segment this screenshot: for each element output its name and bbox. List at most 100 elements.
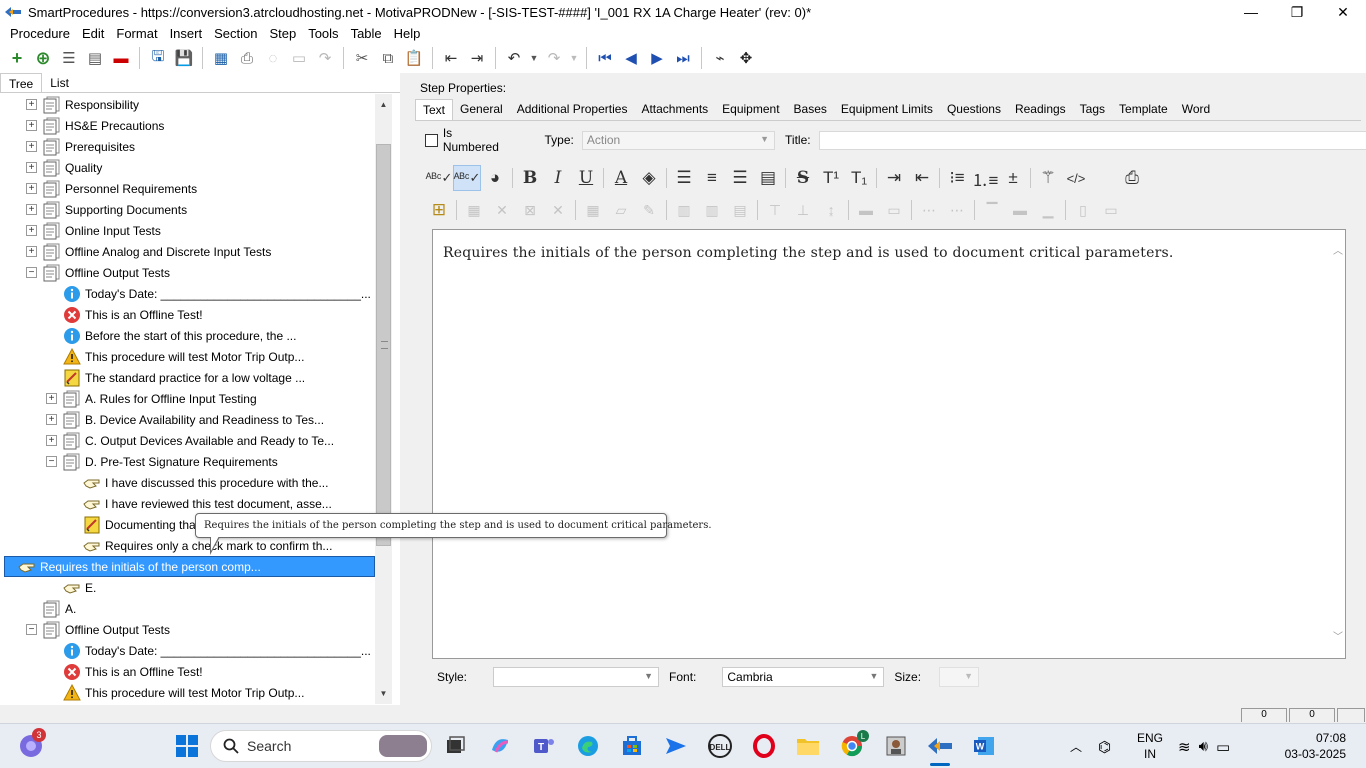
save-all-icon[interactable]: 🖫 <box>145 45 171 71</box>
redo-icon[interactable]: ↷ <box>541 45 567 71</box>
subscript-icon[interactable]: T₁ <box>845 165 873 191</box>
print-icon[interactable]: ⎙ <box>234 45 260 71</box>
tab-text[interactable]: Text <box>415 99 454 121</box>
app-user-icon[interactable] <box>881 732 911 760</box>
opera-icon[interactable] <box>749 732 779 760</box>
tree-item[interactable]: − Offline Output Tests <box>26 262 170 283</box>
collapse-icon[interactable]: − <box>26 267 37 278</box>
tree-scrollbar[interactable]: ▲ ▼ <box>375 94 392 704</box>
file-explorer-icon[interactable] <box>793 732 823 760</box>
tree-item[interactable]: + Quality <box>26 157 102 178</box>
bold-icon[interactable]: B <box>516 165 544 191</box>
indent-decrease-icon[interactable]: ⇤ <box>908 165 936 191</box>
screen-icon[interactable]: ▭ <box>286 45 312 71</box>
tab-equipment[interactable]: Equipment <box>715 99 786 120</box>
redo-alt-icon[interactable]: ↷ <box>312 45 338 71</box>
copy-icon[interactable]: ⧉ <box>375 45 401 71</box>
chevron-up-icon[interactable]: ︿ <box>1070 738 1082 755</box>
tab-template[interactable]: Template <box>1112 99 1175 120</box>
export-icon[interactable]: ▦ <box>208 45 234 71</box>
tree-item[interactable]: Before the start of this procedure, the … <box>46 325 296 346</box>
insert-table-icon[interactable]: ⊞ <box>425 197 453 223</box>
indent-icon[interactable]: ⇥ <box>464 45 490 71</box>
collapse-icon[interactable]: − <box>26 624 37 635</box>
tree-item[interactable]: Requires only a check mark to confirm th… <box>66 535 332 556</box>
menu-table[interactable]: Table <box>345 26 388 41</box>
volume-icon[interactable]: 🔊︎ <box>1199 738 1208 755</box>
bullet-list-icon[interactable]: ⁝≡ <box>943 165 971 191</box>
align-right-icon[interactable]: ☰ <box>726 165 754 191</box>
horizontal-line-icon[interactable]: ± <box>999 165 1027 191</box>
editor-content[interactable]: Requires the initials of the person comp… <box>443 245 1174 261</box>
undo-icon[interactable]: ↶ <box>501 45 527 71</box>
windows-start-icon[interactable] <box>172 732 202 760</box>
tree-item[interactable]: Requires the initials of the person comp… <box>4 556 375 577</box>
move-icon[interactable]: ✥ <box>733 45 759 71</box>
title-input[interactable] <box>818 130 1366 150</box>
tab-tags[interactable]: Tags <box>1073 99 1112 120</box>
tree-item[interactable]: + Offline Analog and Discrete Input Tests <box>26 241 271 262</box>
chrome-icon[interactable]: L <box>837 730 869 760</box>
tree-item[interactable]: + Responsibility <box>26 94 139 115</box>
tree-item[interactable]: + Supporting Documents <box>26 199 187 220</box>
justify-icon[interactable]: ▤ <box>754 165 782 191</box>
scroll-down-icon[interactable]: ▼ <box>375 685 392 702</box>
edge-icon[interactable] <box>573 732 603 760</box>
save-icon[interactable]: 💾 <box>171 45 197 71</box>
is-numbered-checkbox[interactable] <box>425 133 438 147</box>
size-select[interactable]: ▼ <box>939 667 980 687</box>
magic-wand-icon[interactable]: ⚚ <box>1034 165 1062 191</box>
spellcheck-icon[interactable]: ᴬᴮᶜ✓ <box>425 165 453 191</box>
task-view-icon[interactable] <box>440 732 470 760</box>
tree-item[interactable]: − Offline Output Tests <box>26 619 170 640</box>
wifi-icon[interactable]: ≋ <box>1178 738 1191 756</box>
tab-bases[interactable]: Bases <box>787 99 834 120</box>
style-select[interactable]: ▼ <box>493 667 660 687</box>
highlight-circle-icon[interactable]: ◕ <box>481 165 509 191</box>
scroll-thumb[interactable] <box>376 144 391 546</box>
dell-icon[interactable]: DELL <box>705 732 735 760</box>
menu-edit[interactable]: Edit <box>76 26 110 41</box>
spell-check-icon[interactable]: ⌁ <box>707 45 733 71</box>
editor-scrollbar[interactable]: ︿ ﹀ <box>1331 230 1345 658</box>
strikethrough-icon[interactable]: S <box>789 165 817 191</box>
close-button[interactable]: ✕ <box>1320 0 1366 24</box>
list-properties-icon[interactable]: ▤ <box>82 45 108 71</box>
numbered-list-icon[interactable]: ⒈≡ <box>971 165 999 191</box>
align-left-icon[interactable]: ☰ <box>670 165 698 191</box>
menu-procedure[interactable]: Procedure <box>4 26 76 41</box>
language-indicator[interactable]: ENG IN <box>1137 730 1163 762</box>
expand-icon[interactable]: + <box>26 141 37 152</box>
tab-list[interactable]: List <box>42 73 77 92</box>
tree-item[interactable]: A. <box>26 598 76 619</box>
tree-item[interactable]: The standard practice for a low voltage … <box>46 367 305 388</box>
tab-questions[interactable]: Questions <box>940 99 1008 120</box>
tab-readings[interactable]: Readings <box>1008 99 1073 120</box>
print-preview-icon[interactable]: ⎙ <box>1118 165 1146 191</box>
store-icon[interactable] <box>617 732 647 760</box>
tree-item[interactable]: This procedure will test Motor Trip Outp… <box>46 682 304 703</box>
tree-item[interactable]: − D. Pre-Test Signature Requirements <box>46 451 278 472</box>
menu-format[interactable]: Format <box>110 26 163 41</box>
refresh-icon[interactable]: ◌ <box>260 45 286 71</box>
clock[interactable]: 07:08 03-03-2025 <box>1285 730 1346 762</box>
menu-step[interactable]: Step <box>263 26 302 41</box>
taskbar-search[interactable]: Search <box>210 730 432 762</box>
list-icon[interactable]: ☰ <box>56 45 82 71</box>
tree-item[interactable]: Today's Date: __________________________… <box>46 640 371 661</box>
underline-icon[interactable]: U <box>572 165 600 191</box>
expand-icon[interactable]: + <box>26 225 37 236</box>
remove-icon[interactable]: ▬ <box>108 45 134 71</box>
undo-dropdown-icon[interactable]: ▼ <box>527 45 541 71</box>
html-source-icon[interactable]: </> <box>1062 165 1090 191</box>
previous-icon[interactable]: ◀ <box>618 45 644 71</box>
expand-icon[interactable]: + <box>26 99 37 110</box>
battery-icon[interactable]: ▭ <box>1216 738 1230 756</box>
indent-increase-icon[interactable]: ⇥ <box>880 165 908 191</box>
outdent-icon[interactable]: ⇤ <box>438 45 464 71</box>
tab-tree[interactable]: Tree <box>0 73 43 92</box>
tab-attachments[interactable]: Attachments <box>634 99 715 120</box>
chevron-up-icon[interactable]: ︿ <box>1333 242 1343 257</box>
tree-item[interactable]: Today's Date: __________________________… <box>46 283 371 304</box>
outlook-arrow-icon[interactable] <box>661 732 691 760</box>
